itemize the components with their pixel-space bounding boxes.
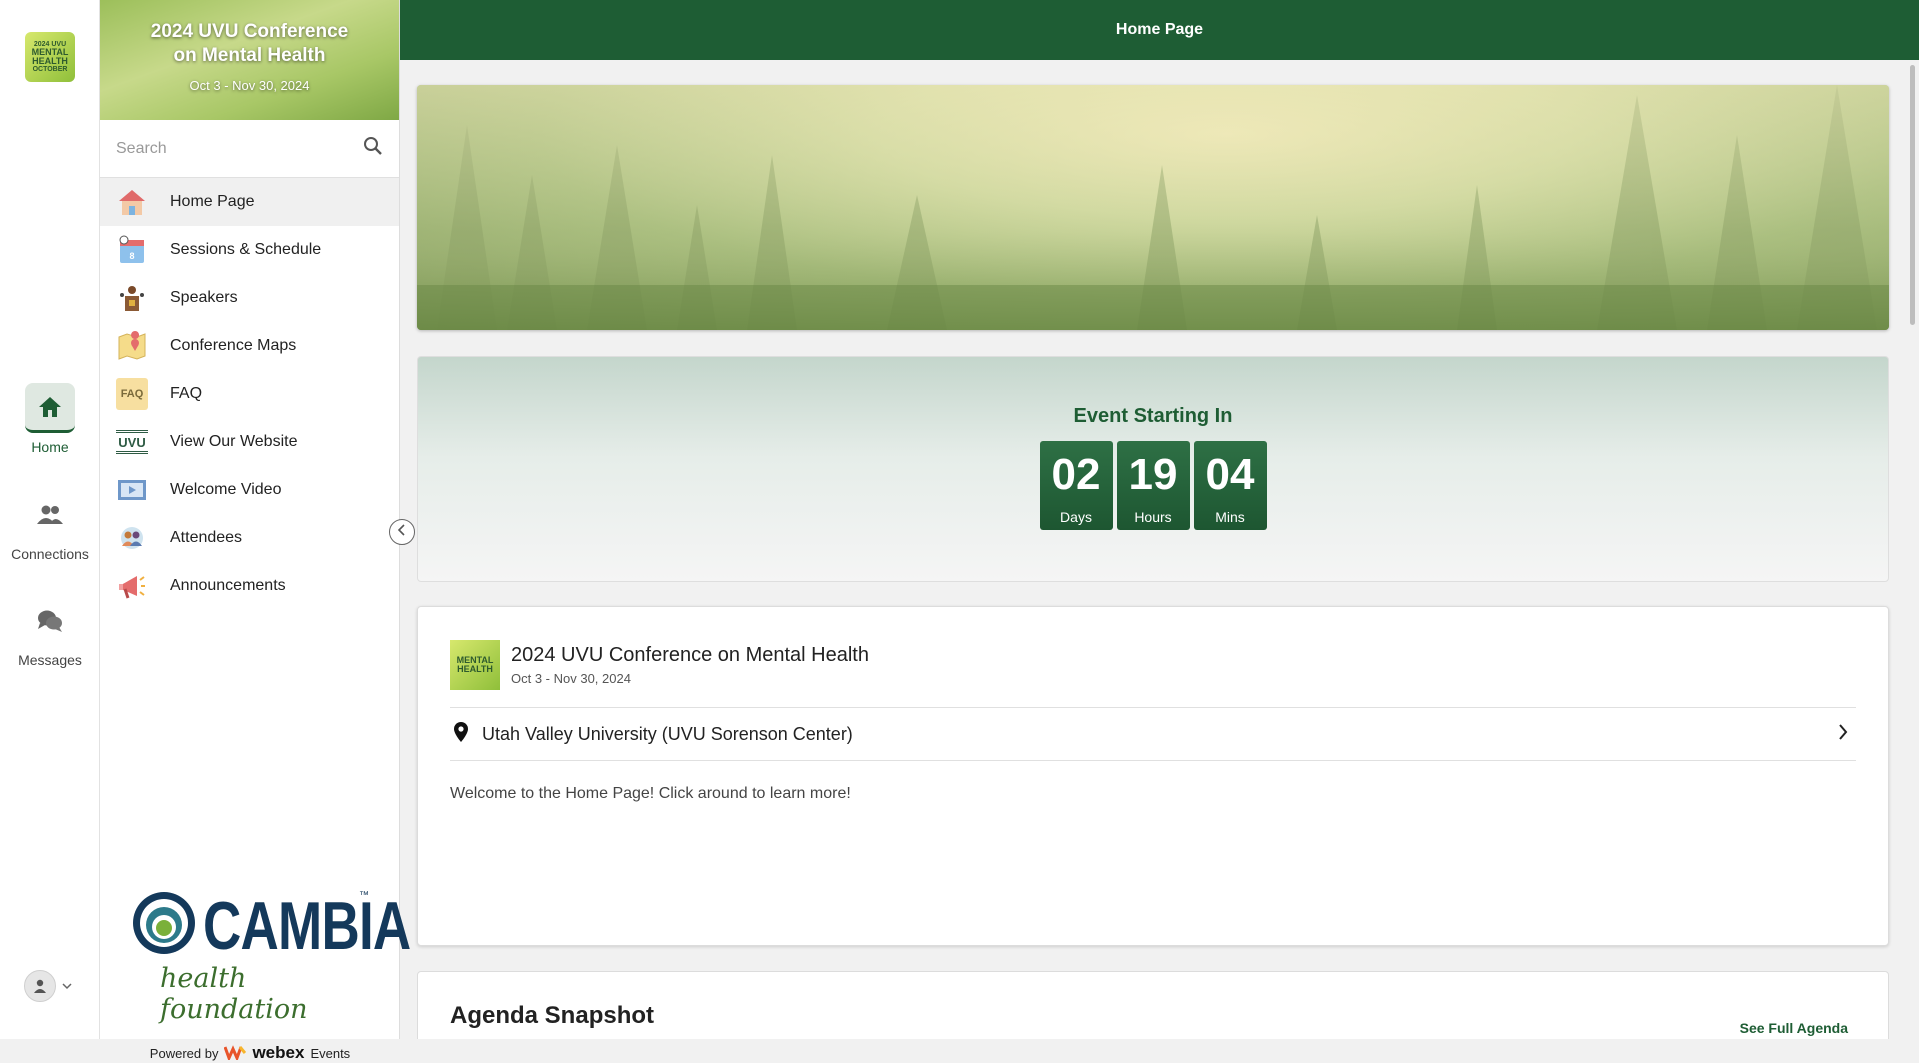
svg-text:8: 8: [129, 251, 134, 261]
countdown-value: 02: [1051, 450, 1101, 499]
left-rail: 2024 UVU MENTAL HEALTH OCTOBER Home Conn…: [0, 0, 100, 1039]
sidebar: 2024 UVU Conference on Mental Health Oct…: [100, 0, 411, 1062]
countdown-hours: 19 Hours: [1116, 441, 1190, 530]
agenda-snapshot-card: Agenda Snapshot See Full Agenda: [417, 971, 1889, 1039]
people-icon: [25, 490, 75, 540]
location-pin-icon: [454, 721, 468, 747]
powered-by-label: Powered by: [149, 1045, 219, 1061]
location-text: Utah Valley University (UVU Sorenson Cen…: [482, 723, 853, 744]
website-icon: UVU: [116, 430, 148, 454]
countdown-days: 02 Days: [1039, 441, 1113, 530]
logo-line: HEALTH: [32, 56, 68, 66]
event-dates: Oct 3 - Nov 30, 2024: [511, 671, 631, 686]
webex-logo-icon: [224, 1044, 247, 1063]
sidebar-item-label: Conference Maps: [170, 337, 297, 354]
event-title: 2024 UVU Conference on Mental Health: [150, 21, 349, 66]
webex-brand-suffix: Events: [310, 1045, 351, 1061]
rail-label: Messages: [18, 652, 82, 668]
faq-icon: FAQ: [116, 378, 148, 410]
map-icon: [116, 330, 148, 362]
countdown-label: Days: [1060, 509, 1092, 525]
sidebar-item-sessions[interactable]: 8 Sessions & Schedule: [100, 226, 399, 274]
avatar: [24, 970, 56, 1002]
countdown-label: Hours: [1134, 509, 1172, 525]
cambia-subtitle: health foundation: [160, 963, 308, 1025]
scrollbar[interactable]: [1910, 65, 1915, 325]
main-content: Event Starting In 02 Days 19 Hours 04 Mi…: [400, 60, 1919, 1039]
sidebar-item-label: Sessions & Schedule: [170, 241, 322, 258]
welcome-text: Welcome to the Home Page! Click around t…: [450, 785, 851, 802]
search-input[interactable]: [116, 139, 363, 158]
forest-image: [417, 85, 1889, 330]
sidebar-item-announcements[interactable]: Announcements: [100, 562, 399, 610]
search-bar: [100, 120, 399, 178]
countdown-mins: 04 Mins: [1193, 441, 1267, 530]
chevron-left-icon: [397, 523, 407, 541]
video-icon: [116, 474, 148, 506]
powered-by[interactable]: Powered by webex Events: [100, 1043, 400, 1063]
search-icon[interactable]: [363, 136, 383, 161]
sidebar-item-label: Speakers: [170, 289, 238, 306]
rail-label: Connections: [11, 546, 89, 562]
countdown-value: 19: [1128, 450, 1178, 499]
sidebar-item-label: FAQ: [170, 385, 203, 402]
collapse-sidebar-button[interactable]: [389, 519, 415, 545]
event-banner: 2024 UVU Conference on Mental Health Oct…: [100, 0, 399, 120]
event-name: 2024 UVU Conference on Mental Health: [511, 644, 869, 666]
cambia-emblem-icon: [131, 890, 197, 961]
rail-item-home[interactable]: Home: [0, 383, 100, 455]
event-logo[interactable]: 2024 UVU MENTAL HEALTH OCTOBER: [25, 32, 75, 82]
event-info-header: MENTAL HEALTH 2024 UVU Conference on Men…: [450, 639, 1856, 691]
countdown-value: 04: [1205, 450, 1255, 499]
chat-icon: [25, 596, 75, 646]
megaphone-icon: [116, 570, 148, 602]
chevron-right-icon: [1838, 723, 1848, 745]
sidebar-item-maps[interactable]: Conference Maps: [100, 322, 399, 370]
sidebar-item-label: View Our Website: [170, 433, 298, 450]
agenda-title: Agenda Snapshot: [450, 1002, 655, 1029]
webex-brand: webex: [252, 1043, 305, 1062]
house-icon: [116, 186, 148, 218]
event-info-card: MENTAL HEALTH 2024 UVU Conference on Men…: [417, 606, 1889, 946]
sidebar-item-attendees[interactable]: Attendees: [100, 514, 399, 562]
rail-item-connections[interactable]: Connections: [0, 490, 100, 562]
sidebar-item-label: Welcome Video: [170, 481, 282, 498]
event-logo-small: MENTAL HEALTH: [450, 640, 500, 690]
user-menu[interactable]: [24, 970, 72, 1002]
sidebar-item-home-page[interactable]: Home Page: [100, 178, 399, 226]
hero-banner-image: [417, 85, 1889, 330]
sidebar-item-video[interactable]: Welcome Video: [100, 466, 399, 514]
attendees-icon: [116, 522, 148, 554]
countdown-title: Event Starting In: [1073, 405, 1233, 427]
sidebar-item-label: Attendees: [170, 529, 243, 546]
countdown-label: Mins: [1215, 509, 1245, 525]
event-dates: Oct 3 - Nov 30, 2024: [189, 78, 310, 93]
top-bar: Home Page: [400, 0, 1919, 60]
cambia-wordmark: CAMBIA: [203, 887, 411, 964]
rail-item-messages[interactable]: Messages: [0, 596, 100, 668]
sidebar-item-speakers[interactable]: Speakers: [100, 274, 399, 322]
sponsor-logo[interactable]: CAMBIA ™ health foundation Powered by we…: [100, 887, 411, 1063]
see-full-agenda-link[interactable]: See Full Agenda: [1740, 1020, 1848, 1036]
sidebar-item-website[interactable]: UVU View Our Website: [100, 418, 399, 466]
home-icon: [25, 383, 75, 433]
countdown-card: Event Starting In 02 Days 19 Hours 04 Mi…: [417, 356, 1889, 582]
sidebar-item-faq[interactable]: FAQ FAQ: [100, 370, 399, 418]
chevron-down-icon: [62, 977, 72, 995]
sidebar-item-label: Announcements: [170, 577, 286, 594]
page-title: Home Page: [1115, 21, 1204, 38]
podium-icon: [116, 282, 148, 314]
rail-label: Home: [31, 439, 69, 455]
calendar-icon: 8: [116, 234, 148, 266]
logo-line: HEALTH: [457, 664, 493, 674]
countdown-boxes: 02 Days 19 Hours 04 Mins: [418, 441, 1888, 530]
location-row[interactable]: Utah Valley University (UVU Sorenson Cen…: [450, 707, 1856, 761]
logo-line: OCTOBER: [32, 66, 68, 73]
sidebar-item-label: Home Page: [170, 193, 255, 210]
